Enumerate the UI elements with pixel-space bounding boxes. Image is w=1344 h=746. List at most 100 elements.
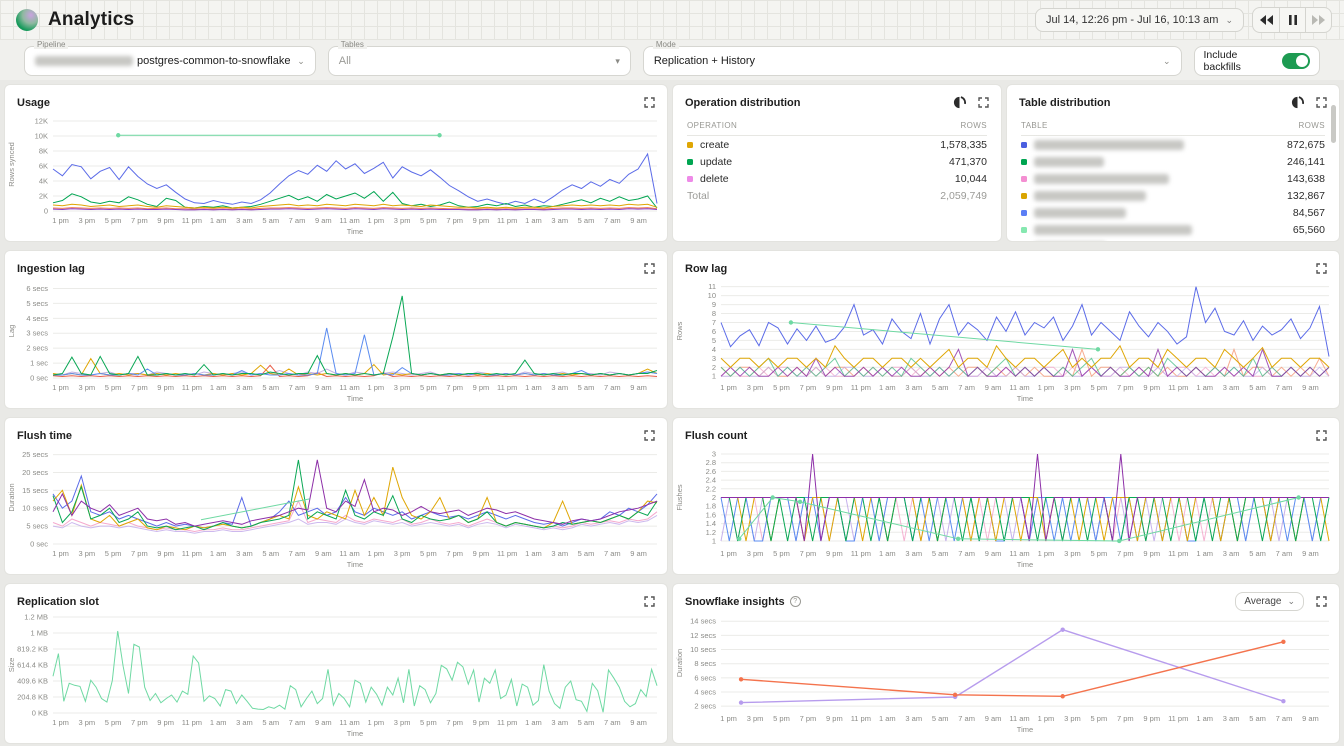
svg-text:3 pm: 3 pm [78,718,95,727]
svg-text:1 MB: 1 MB [30,629,48,638]
svg-text:9 pm: 9 pm [157,383,174,392]
expand-icon[interactable] [1316,430,1327,441]
row-lag-chart[interactable]: 12345678910111 pm3 pm5 pm7 pm9 pm11 pm1 … [673,277,1339,404]
snowflake-insights-chart[interactable]: 2 secs4 secs6 secs8 secs10 secs12 secs14… [673,610,1339,735]
pie-chart-icon[interactable] [953,96,966,109]
svg-text:1 pm: 1 pm [720,383,737,392]
mode-select[interactable]: Mode Replication + History ⌄ [643,46,1182,76]
svg-text:14 secs: 14 secs [690,617,716,626]
svg-text:Time: Time [1017,394,1033,403]
tables-value: All [339,55,351,67]
include-backfills-toggle[interactable] [1282,53,1310,69]
svg-text:4: 4 [712,345,716,354]
flush-count-chart[interactable]: 11.21.41.61.822.22.42.62.831 pm3 pm5 pm7… [673,444,1339,570]
svg-text:11 pm: 11 pm [497,216,517,225]
svg-text:5 pm: 5 pm [420,383,437,392]
svg-text:9 am: 9 am [1302,383,1319,392]
svg-text:9: 9 [712,300,716,309]
svg-text:819.2 KB: 819.2 KB [17,645,48,654]
rewind-button[interactable] [1253,8,1279,32]
series-swatch [1021,142,1027,148]
svg-text:5 am: 5 am [578,383,595,392]
help-icon[interactable]: ? [790,596,801,607]
svg-text:9 pm: 9 pm [826,383,843,392]
table-row: 143,638 [1021,170,1325,187]
pause-button[interactable] [1279,8,1305,32]
svg-text:9 pm: 9 pm [1143,383,1160,392]
svg-text:3 am: 3 am [551,383,568,392]
svg-text:11 pm: 11 pm [182,549,202,558]
pie-chart-icon[interactable] [1291,96,1304,109]
expand-icon[interactable] [644,430,655,441]
expand-icon[interactable] [644,596,655,607]
svg-text:3 pm: 3 pm [78,383,95,392]
svg-text:5 pm: 5 pm [420,216,437,225]
svg-text:9 pm: 9 pm [473,549,490,558]
expand-icon[interactable] [1316,263,1327,274]
svg-text:9 pm: 9 pm [157,549,174,558]
expand-icon[interactable] [1316,97,1327,108]
svg-text:5 pm: 5 pm [105,383,122,392]
svg-text:7 pm: 7 pm [800,549,817,558]
svg-text:6K: 6K [39,162,48,171]
table-row: 872,675 [1021,136,1325,153]
replication-slot-chart[interactable]: 0 KB204.8 KB409.6 KB614.4 KB819.2 KB1 MB… [5,610,667,739]
svg-text:6: 6 [712,327,716,336]
fast-forward-button[interactable] [1305,8,1331,32]
svg-text:1 am: 1 am [210,216,227,225]
svg-text:3 pm: 3 pm [1064,714,1081,723]
include-backfills-control: Include backfills [1194,46,1320,76]
svg-text:3 secs: 3 secs [26,329,48,338]
svg-text:9 pm: 9 pm [473,383,490,392]
svg-text:9 am: 9 am [630,383,647,392]
svg-text:5 am: 5 am [262,718,279,727]
svg-text:7 am: 7 am [958,714,975,723]
flush-time-chart[interactable]: 0 sec5 secs10 secs15 secs20 secs25 secs1… [5,444,667,570]
svg-text:1.6: 1.6 [706,510,716,519]
svg-text:4 secs: 4 secs [26,314,48,323]
ingestion-lag-card: Ingestion lag 0 sec1 sec2 secs3 secs4 se… [4,250,668,409]
operation-col-header: OPERATION [687,121,737,130]
date-range-picker[interactable]: Jul 14, 12:26 pm - Jul 16, 10:13 am ⌄ [1035,8,1244,32]
svg-text:7 am: 7 am [958,549,975,558]
ingestion-lag-chart[interactable]: 0 sec1 sec2 secs3 secs4 secs5 secs6 secs… [5,277,667,404]
svg-text:9 am: 9 am [630,549,647,558]
aggregate-select[interactable]: Average ⌄ [1235,592,1304,611]
pipeline-value: postgres-common-to-snowflake [137,55,290,67]
svg-text:5 pm: 5 pm [773,714,790,723]
svg-text:7 am: 7 am [1276,549,1293,558]
flush-time-title: Flush time [17,430,72,442]
svg-text:5 pm: 5 pm [773,383,790,392]
svg-text:Time: Time [347,227,363,236]
expand-icon[interactable] [978,97,989,108]
svg-text:Time: Time [1017,725,1033,734]
scrollbar[interactable] [1331,105,1336,143]
expand-icon[interactable] [1316,596,1327,607]
expand-icon[interactable] [644,263,655,274]
svg-text:7 am: 7 am [289,216,306,225]
replication-slot-card: Replication slot 0 KB204.8 KB409.6 KB614… [4,583,668,744]
svg-text:9 pm: 9 pm [1143,549,1160,558]
svg-text:5 pm: 5 pm [105,549,122,558]
usage-chart[interactable]: 02K4K6K8K10K12K1 pm3 pm5 pm7 pm9 pm11 pm… [5,111,667,237]
svg-text:3 am: 3 am [236,549,253,558]
svg-text:3 pm: 3 pm [747,714,764,723]
svg-text:0 sec: 0 sec [30,540,48,549]
svg-text:7 pm: 7 pm [131,718,148,727]
svg-text:8: 8 [712,309,716,318]
series-swatch [1021,227,1027,233]
operation-distribution-title: Operation distribution [685,97,801,109]
tables-select[interactable]: Tables All ▾ [328,46,631,76]
svg-text:1 pm: 1 pm [1038,383,1055,392]
expand-icon[interactable] [644,97,655,108]
operation-total-row: Total 2,059,749 [687,187,987,204]
svg-text:9 pm: 9 pm [157,718,174,727]
svg-text:7: 7 [712,318,716,327]
usage-title: Usage [17,97,50,109]
svg-text:10K: 10K [35,132,48,141]
svg-text:5 am: 5 am [262,383,279,392]
svg-text:Size: Size [7,658,16,673]
svg-text:Time: Time [347,560,363,569]
svg-text:0 sec: 0 sec [30,374,48,383]
pipeline-select[interactable]: Pipeline postgres-common-to-snowflake ⌄ [24,46,316,76]
